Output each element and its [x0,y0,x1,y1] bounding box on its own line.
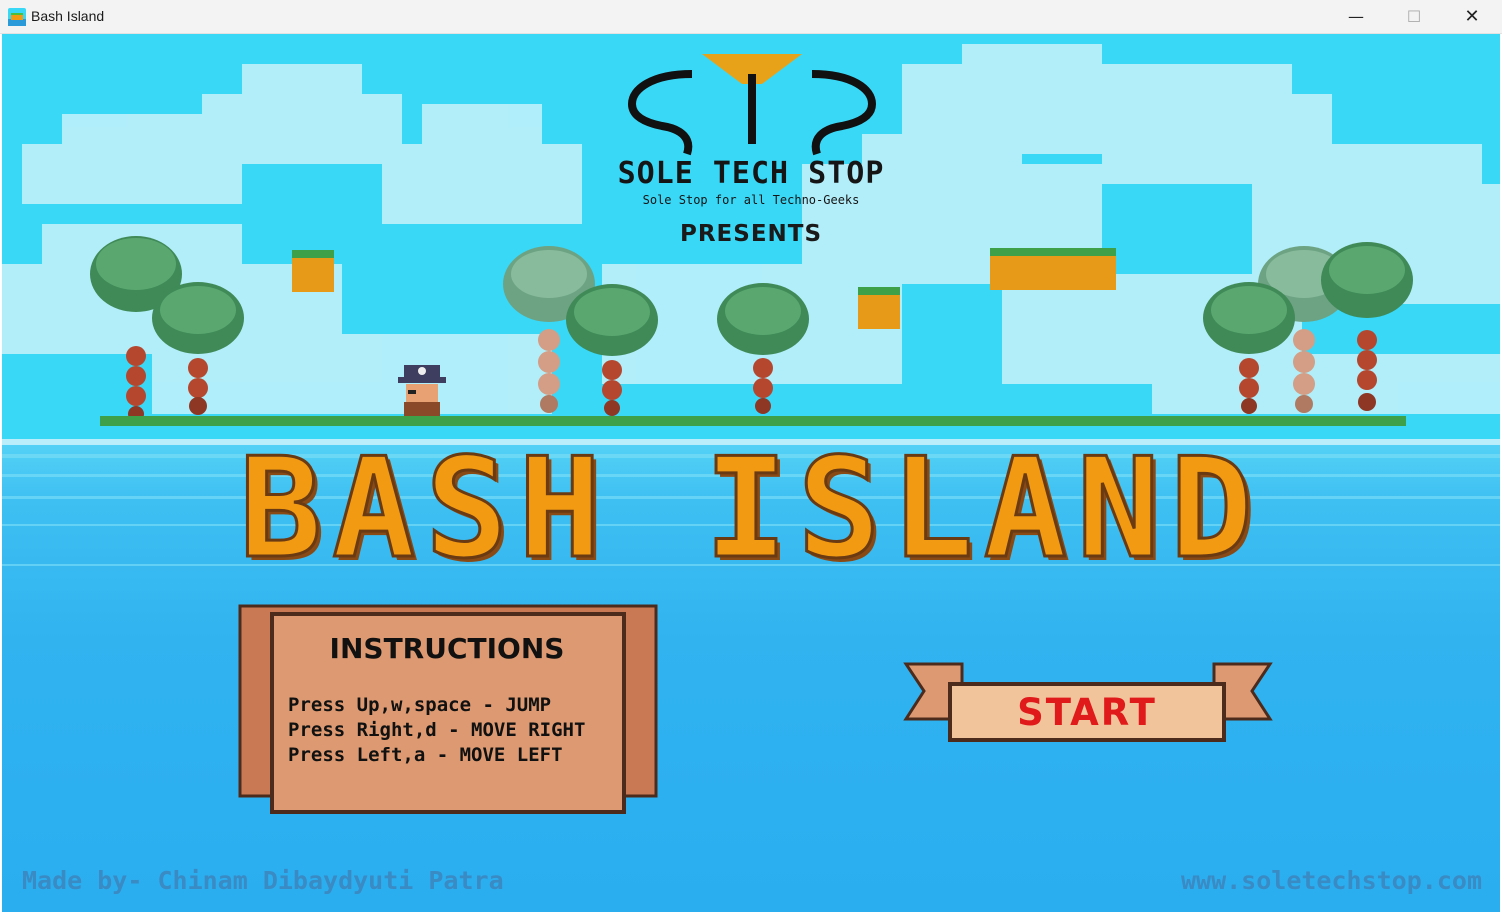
logo-stem [748,74,756,144]
window-title: Bash Island [31,8,105,24]
window-titlebar: Bash Island — ☐ ✕ [0,0,1502,34]
grass-strip [100,416,1406,426]
app-icon [8,8,26,26]
instruction-jump: Press Up,w,space - JUMP [288,694,552,716]
instructions-heading: INSTRUCTIONS [329,632,565,665]
minimize-button[interactable]: — [1327,0,1385,33]
credit-text: Made by- Chinam Dibaydyuti Patra [22,866,504,895]
instruction-move-left: Press Left,a - MOVE LEFT [288,744,563,766]
presents-label: PRESENTS [679,221,823,247]
instruction-move-right: Press Right,d - MOVE RIGHT [288,719,586,741]
website-link[interactable]: www.soletechstop.com [1181,866,1482,895]
game-canvas: SOLE TECH STOP Sole Stop for all Techno-… [2,34,1500,912]
maximize-button[interactable]: ☐ [1385,0,1443,33]
start-button[interactable]: START [952,691,1222,734]
game-title: BASH ISLAND [238,428,1263,589]
brand-name: SOLE TECH STOP [617,156,885,191]
close-button[interactable]: ✕ [1443,0,1501,33]
brand-tagline: Sole Stop for all Techno-Geeks [642,193,860,207]
